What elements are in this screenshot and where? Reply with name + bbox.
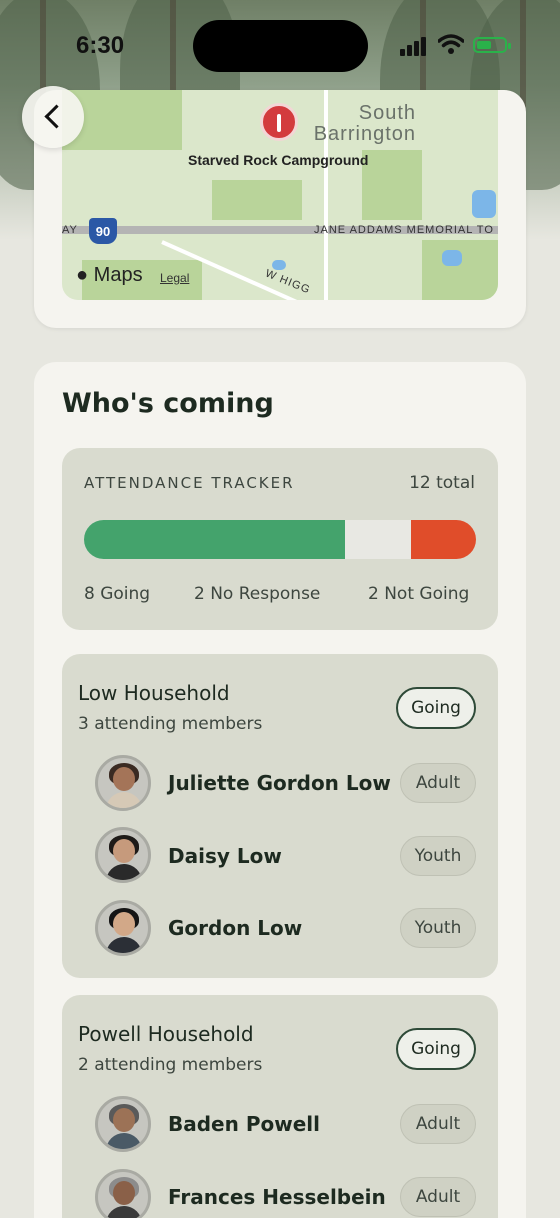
role-badge: Adult	[400, 1177, 476, 1217]
status-bar: 6:30	[0, 0, 560, 90]
stat-no-response: 2 No Response	[194, 584, 321, 604]
interstate-shield-icon: 90	[89, 218, 117, 244]
member-name: Baden Powell	[168, 1112, 320, 1136]
tracker-total: 12 total	[409, 473, 475, 493]
stat-not-going: 2 Not Going	[368, 584, 470, 604]
battery-icon	[473, 37, 511, 53]
household-name: Powell Household	[78, 1022, 254, 1046]
household-status-badge[interactable]: Going	[396, 1028, 476, 1070]
bar-segment-going	[84, 520, 346, 559]
map-road-label-right: JANE ADDAMS MEMORIAL TO	[314, 224, 494, 236]
member-name: Frances Hesselbein	[168, 1185, 386, 1209]
apple-logo-icon: ●	[76, 264, 89, 286]
role-badge: Adult	[400, 1104, 476, 1144]
avatar	[95, 1169, 151, 1218]
role-badge: Youth	[400, 836, 476, 876]
attendance-bar	[84, 520, 476, 559]
member-name: Juliette Gordon Low	[168, 771, 391, 795]
avatar	[95, 1096, 151, 1152]
status-time: 6:30	[76, 32, 125, 59]
stat-going: 8 Going	[84, 584, 151, 604]
household-subtitle: 2 attending members	[78, 1055, 263, 1075]
map-road-label-left: AY	[62, 224, 78, 236]
map-pin-icon[interactable]	[260, 103, 298, 141]
tracker-label: ATTENDANCE TRACKER	[84, 474, 295, 492]
member-name: Gordon Low	[168, 916, 303, 940]
map-pin-label: Starved Rock Campground	[188, 152, 369, 168]
avatar	[95, 827, 151, 883]
household-status-badge[interactable]: Going	[396, 687, 476, 729]
avatar	[95, 900, 151, 956]
cellular-signal-icon	[400, 36, 430, 56]
household-subtitle: 3 attending members	[78, 714, 263, 734]
role-badge: Adult	[400, 763, 476, 803]
wifi-icon	[438, 34, 464, 54]
bar-segment-no-response	[345, 520, 411, 559]
role-badge: Youth	[400, 908, 476, 948]
household-name: Low Household	[78, 681, 230, 705]
dynamic-island	[193, 20, 368, 72]
map-place-label: South Barrington	[313, 102, 416, 145]
member-name: Daisy Low	[168, 844, 282, 868]
section-title: Who's coming	[62, 388, 274, 419]
avatar	[95, 755, 151, 811]
maps-logo: ● Maps	[76, 264, 143, 287]
bar-segment-not-going	[410, 520, 476, 559]
maps-provider-label: Maps	[93, 264, 143, 286]
legal-link[interactable]: Legal	[160, 271, 189, 285]
back-button[interactable]	[22, 86, 84, 148]
